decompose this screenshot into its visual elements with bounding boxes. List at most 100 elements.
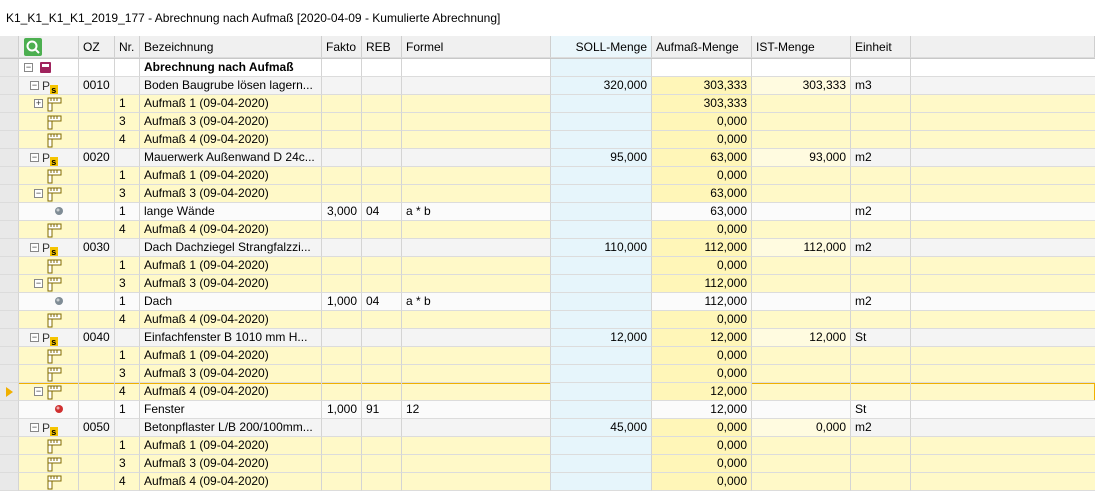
oz-cell[interactable]: 0020 <box>79 149 115 167</box>
soll-menge-cell[interactable] <box>551 113 652 131</box>
oz-cell[interactable]: 0040 <box>79 329 115 347</box>
soll-menge-cell[interactable]: 12,000 <box>551 329 652 347</box>
oz-cell[interactable] <box>79 473 115 491</box>
nr-cell[interactable]: 4 <box>115 131 140 149</box>
aufmass-menge-cell[interactable]: 63,000 <box>652 149 752 167</box>
soll-menge-cell[interactable] <box>551 203 652 221</box>
soll-menge-cell[interactable] <box>551 401 652 419</box>
fakto-cell[interactable] <box>322 365 362 383</box>
expand-toggle[interactable]: + <box>34 99 43 108</box>
einheit-cell[interactable] <box>851 473 911 491</box>
table-row[interactable]: − Abrechnung nach Aufmaß <box>0 59 1095 77</box>
table-row[interactable]: − Ps 0050 Betonpflaster L/B 200/100mm... 45,… <box>0 419 1095 437</box>
soll-menge-cell[interactable] <box>551 275 652 293</box>
nr-cell[interactable]: 3 <box>115 113 140 131</box>
nr-cell[interactable] <box>115 77 140 95</box>
soll-menge-cell[interactable] <box>551 347 652 365</box>
ist-menge-cell[interactable] <box>752 185 851 203</box>
ist-menge-cell[interactable] <box>752 131 851 149</box>
einheit-cell[interactable] <box>851 311 911 329</box>
einheit-cell[interactable] <box>851 275 911 293</box>
bezeichnung-cell[interactable]: Abrechnung nach Aufmaß <box>140 59 322 77</box>
soll-menge-cell[interactable] <box>551 383 652 401</box>
bezeichnung-cell[interactable]: Aufmaß 1 (09-04-2020) <box>140 167 322 185</box>
einheit-cell[interactable] <box>851 131 911 149</box>
fakto-cell[interactable] <box>322 221 362 239</box>
fakto-cell[interactable] <box>322 59 362 77</box>
soll-menge-cell[interactable] <box>551 221 652 239</box>
soll-menge-cell[interactable]: 95,000 <box>551 149 652 167</box>
table-row[interactable]: 1 Aufmaß 1 (09-04-2020) 0,000 <box>0 437 1095 455</box>
oz-cell[interactable] <box>79 59 115 77</box>
oz-cell[interactable]: 0010 <box>79 77 115 95</box>
oz-cell[interactable]: 0030 <box>79 239 115 257</box>
table-row[interactable]: − 3 Aufmaß 3 (09-04-2020) 112,000 <box>0 275 1095 293</box>
fakto-cell[interactable] <box>322 77 362 95</box>
table-row[interactable]: − Ps 0010 Boden Baugrube lösen lagern... 320… <box>0 77 1095 95</box>
ist-menge-cell[interactable]: 112,000 <box>752 239 851 257</box>
ist-menge-cell[interactable] <box>752 347 851 365</box>
aufmass-menge-cell[interactable]: 12,000 <box>652 401 752 419</box>
bezeichnung-cell[interactable]: Einfachfenster B 1010 mm H... <box>140 329 322 347</box>
einheit-cell[interactable] <box>851 383 911 401</box>
ist-menge-cell[interactable] <box>752 455 851 473</box>
aufmass-menge-cell[interactable]: 63,000 <box>652 203 752 221</box>
reb-cell[interactable] <box>362 185 402 203</box>
formel-cell[interactable] <box>402 239 551 257</box>
formel-cell[interactable] <box>402 311 551 329</box>
reb-cell[interactable]: 04 <box>362 293 402 311</box>
nr-cell[interactable]: 4 <box>115 311 140 329</box>
soll-menge-cell[interactable] <box>551 95 652 113</box>
table-row[interactable]: − 3 Aufmaß 3 (09-04-2020) 63,000 <box>0 185 1095 203</box>
table-row[interactable]: 4 Aufmaß 4 (09-04-2020) 0,000 <box>0 311 1095 329</box>
bezeichnung-cell[interactable]: Aufmaß 3 (09-04-2020) <box>140 275 322 293</box>
soll-menge-cell[interactable] <box>551 293 652 311</box>
reb-cell[interactable] <box>362 419 402 437</box>
oz-cell[interactable] <box>79 221 115 239</box>
table-row[interactable]: 3 Aufmaß 3 (09-04-2020) 0,000 <box>0 455 1095 473</box>
nr-cell[interactable]: 4 <box>115 473 140 491</box>
aufmass-menge-cell[interactable]: 0,000 <box>652 347 752 365</box>
fakto-cell[interactable]: 1,000 <box>322 293 362 311</box>
fakto-cell[interactable] <box>322 437 362 455</box>
formel-cell[interactable] <box>402 131 551 149</box>
fakto-cell[interactable] <box>322 131 362 149</box>
reb-cell[interactable] <box>362 455 402 473</box>
formel-cell[interactable] <box>402 383 551 401</box>
collapse-toggle[interactable]: − <box>30 81 39 90</box>
aufmass-menge-cell[interactable]: 0,000 <box>652 131 752 149</box>
aufmass-menge-cell[interactable]: 112,000 <box>652 275 752 293</box>
oz-cell[interactable] <box>79 437 115 455</box>
bezeichnung-cell[interactable]: Aufmaß 4 (09-04-2020) <box>140 131 322 149</box>
bezeichnung-cell[interactable]: Aufmaß 3 (09-04-2020) <box>140 455 322 473</box>
ist-menge-cell[interactable] <box>752 473 851 491</box>
fakto-cell[interactable] <box>322 419 362 437</box>
aufmass-menge-cell[interactable]: 0,000 <box>652 365 752 383</box>
reb-cell[interactable] <box>362 131 402 149</box>
nr-cell[interactable]: 3 <box>115 365 140 383</box>
bezeichnung-cell[interactable]: lange Wände <box>140 203 322 221</box>
reb-cell[interactable] <box>362 221 402 239</box>
ist-menge-cell[interactable] <box>752 293 851 311</box>
soll-menge-cell[interactable] <box>551 437 652 455</box>
column-header-oz[interactable]: OZ <box>79 36 115 58</box>
einheit-cell[interactable] <box>851 347 911 365</box>
nr-cell[interactable]: 4 <box>115 383 140 401</box>
einheit-cell[interactable] <box>851 95 911 113</box>
collapse-toggle[interactable]: − <box>34 387 43 396</box>
formel-cell[interactable] <box>402 419 551 437</box>
soll-menge-cell[interactable] <box>551 185 652 203</box>
einheit-cell[interactable]: m2 <box>851 203 911 221</box>
search-button[interactable] <box>24 38 42 56</box>
formel-cell[interactable] <box>402 275 551 293</box>
ist-menge-cell[interactable] <box>752 275 851 293</box>
formel-cell[interactable] <box>402 347 551 365</box>
fakto-cell[interactable] <box>322 383 362 401</box>
oz-cell[interactable] <box>79 95 115 113</box>
einheit-cell[interactable] <box>851 221 911 239</box>
reb-cell[interactable] <box>362 149 402 167</box>
column-header-nr[interactable]: Nr. <box>115 36 140 58</box>
nr-cell[interactable]: 1 <box>115 257 140 275</box>
nr-cell[interactable] <box>115 149 140 167</box>
nr-cell[interactable]: 3 <box>115 275 140 293</box>
